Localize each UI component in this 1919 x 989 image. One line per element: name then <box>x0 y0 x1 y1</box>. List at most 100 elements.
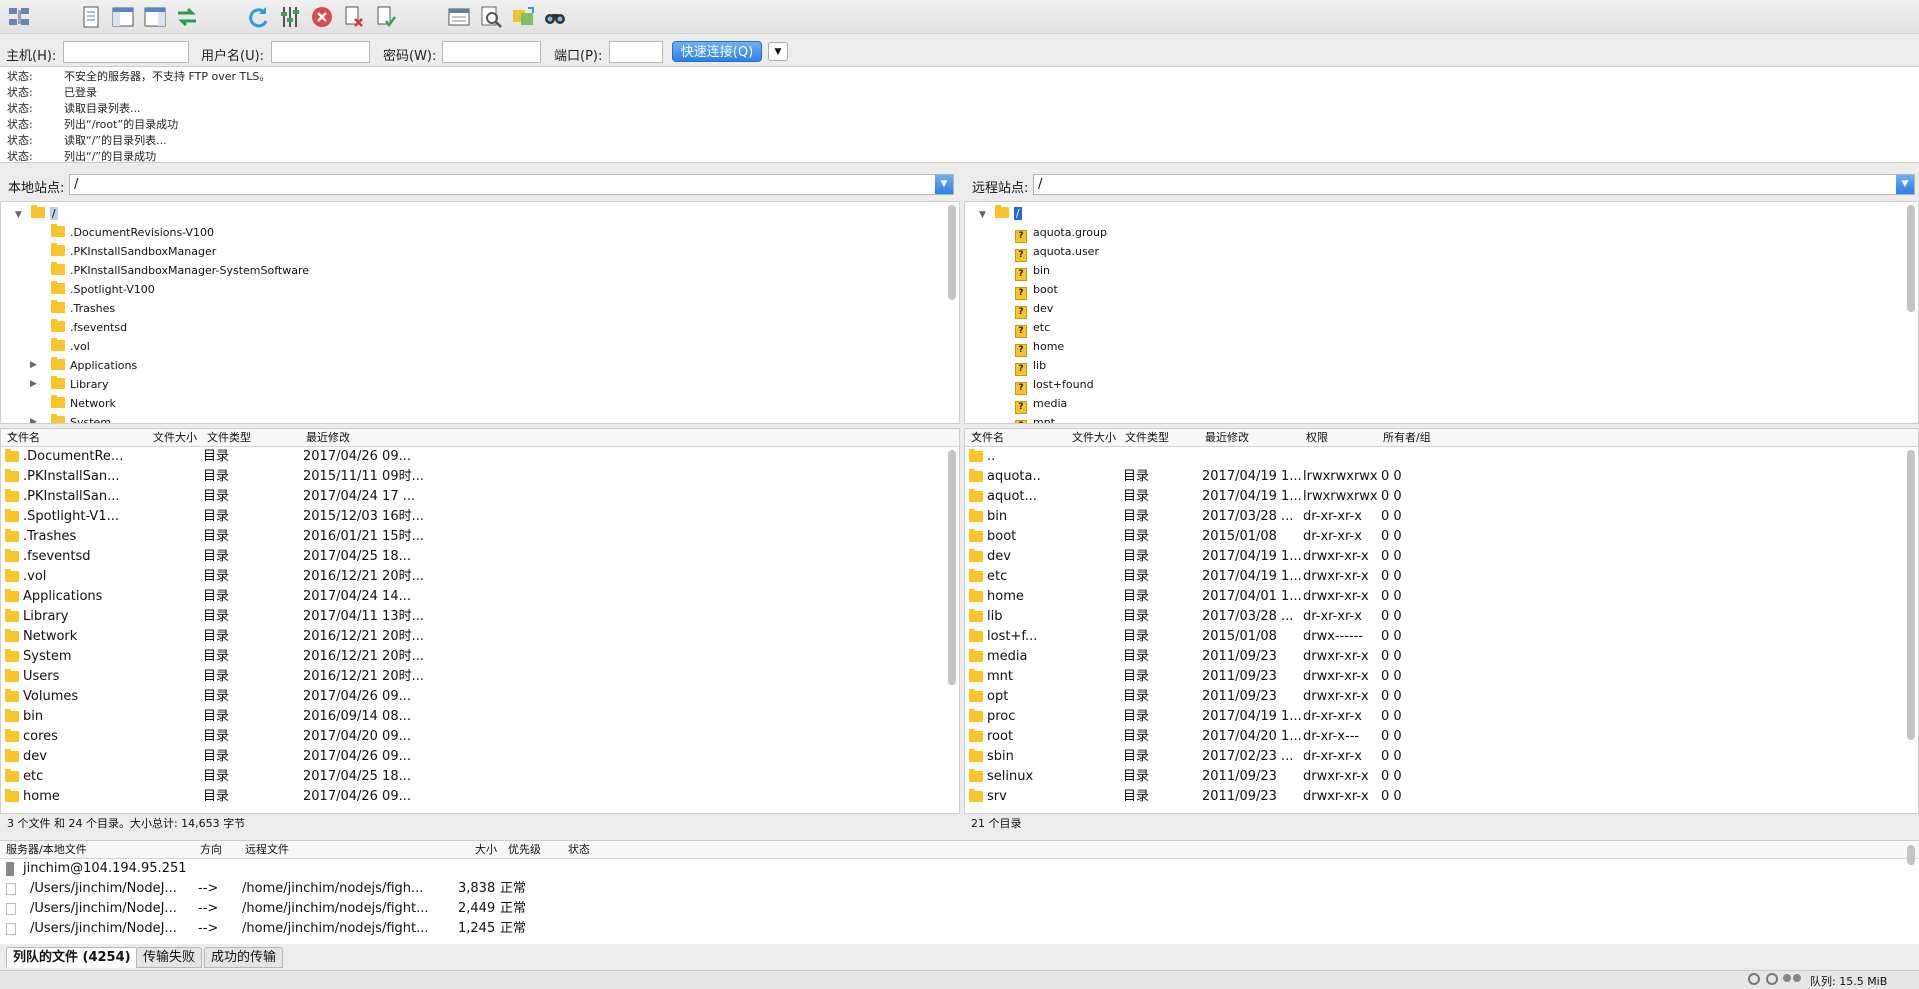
gear-icon[interactable] <box>1748 973 1760 985</box>
tree-item[interactable]: .PKInstallSandboxManager <box>51 242 216 261</box>
remote-path-input[interactable]: / ▼ <box>1033 174 1915 195</box>
remote-file-row[interactable]: lost+f... 目录 2015/01/08 drwx------ 0 0 <box>965 627 1905 647</box>
remote-file-row[interactable]: root 目录 2017/04/20 1... dr-xr-x--- 0 0 <box>965 727 1905 747</box>
remote-directory-tree[interactable]: ▼ /? aquota.group? aquota.user? bin? boot? dev… <box>964 201 1919 424</box>
chevron-down-icon[interactable]: ▼ <box>935 175 953 194</box>
tree-item[interactable]: ? lib <box>1015 356 1046 376</box>
col-remote-file[interactable]: 远程文件 <box>245 841 289 859</box>
gear-icon[interactable] <box>1766 973 1778 985</box>
col-type[interactable]: 文件类型 <box>207 429 251 447</box>
local-tree-scrollbar[interactable] <box>948 205 956 300</box>
remote-file-row[interactable]: sbin 目录 2017/02/23 ... dr-xr-xr-x 0 0 <box>965 747 1905 767</box>
remote-file-row[interactable]: aquot... 目录 2017/04/19 1... lrwxrwxrwx 0 0 <box>965 487 1905 507</box>
remote-file-row[interactable]: home 目录 2017/04/01 1... drwxr-xr-x 0 0 <box>965 587 1905 607</box>
queue-row[interactable]: /Users/jinchim/NodeJ... --> /home/jinchim/… <box>0 879 1900 899</box>
port-input[interactable] <box>609 41 663 63</box>
col-direction[interactable]: 方向 <box>200 841 222 859</box>
local-file-row[interactable]: System 目录 2016/12/21 20时... <box>1 647 946 667</box>
col-type[interactable]: 文件类型 <box>1125 429 1169 447</box>
local-list-scrollbar[interactable] <box>948 450 956 685</box>
local-file-row[interactable]: .PKInstallSan... 目录 2015/11/11 09时... <box>1 467 946 487</box>
tree-item[interactable]: ▶ Applications <box>30 356 137 375</box>
local-file-row[interactable]: Users 目录 2016/12/21 20时... <box>1 667 946 687</box>
tree-item[interactable]: ▶ System <box>30 413 111 423</box>
tab-successful-transfers[interactable]: 成功的传输 <box>204 947 284 968</box>
remote-file-row[interactable]: boot 目录 2015/01/08 dr-xr-xr-x 0 0 <box>965 527 1905 547</box>
reconnect-icon[interactable] <box>373 4 399 30</box>
tree-item[interactable]: .PKInstallSandboxManager-SystemSoftware <box>51 261 309 280</box>
disconnect-icon[interactable] <box>341 4 367 30</box>
queue-row[interactable]: /Users/jinchim/NodeJ... --> /home/jinchim/… <box>0 919 1900 939</box>
tree-item[interactable]: ▶ Library <box>30 375 108 394</box>
collapsed-arrow-icon[interactable]: ▶ <box>30 413 37 423</box>
tree-item[interactable]: ? media <box>1015 394 1067 414</box>
remote-file-row[interactable]: selinux 目录 2011/09/23 drwxr-xr-x 0 0 <box>965 767 1905 787</box>
tree-item[interactable]: ? home <box>1015 337 1064 357</box>
collapsed-arrow-icon[interactable]: ▶ <box>30 375 37 394</box>
toggle-remote-tree-icon[interactable] <box>142 4 168 30</box>
filter-icon[interactable] <box>277 4 303 30</box>
remote-file-list[interactable]: 文件名 ⌃ 文件大小 文件类型 最近修改 权限 所有者/组 .. aquota..… <box>964 428 1919 816</box>
local-file-row[interactable]: dev 目录 2017/04/26 09... <box>1 747 946 767</box>
tree-item[interactable]: ? aquota.group <box>1015 223 1107 243</box>
queue-scrollbar[interactable] <box>1907 845 1915 865</box>
tree-item[interactable]: ? lost+found <box>1015 375 1094 395</box>
local-file-row[interactable]: bin 目录 2016/09/14 08... <box>1 707 946 727</box>
transfer-queue[interactable]: 服务器/本地文件 方向 远程文件 大小 优先级 状态 jinchim@104.1… <box>0 840 1919 944</box>
site-manager-icon[interactable] <box>6 4 32 30</box>
tree-item[interactable]: .vol <box>51 337 90 356</box>
local-path-input[interactable]: / ▼ <box>69 174 954 195</box>
toggle-local-tree-icon[interactable] <box>110 4 136 30</box>
tree-item[interactable]: ? aquota.user <box>1015 242 1099 262</box>
col-permissions[interactable]: 权限 <box>1306 429 1328 447</box>
local-directory-tree[interactable]: ▼ / .DocumentRevisions-V100 .PKInstallSandb… <box>0 201 960 424</box>
local-file-row[interactable]: Applications 目录 2017/04/24 14... <box>1 587 946 607</box>
local-file-row[interactable]: .PKInstallSan... 目录 2017/04/24 17 ... <box>1 487 946 507</box>
username-input[interactable] <box>271 41 370 63</box>
tree-root[interactable]: ▼ / <box>979 204 1022 223</box>
cancel-icon[interactable] <box>309 4 335 30</box>
tree-item[interactable]: ? boot <box>1015 280 1058 300</box>
local-file-row[interactable]: .Spotlight-V1... 目录 2015/12/03 16时... <box>1 507 946 527</box>
toggle-log-icon[interactable] <box>78 4 104 30</box>
local-file-row[interactable]: .Trashes 目录 2016/01/21 15时... <box>1 527 946 547</box>
remote-file-row[interactable]: proc 目录 2017/04/19 1... dr-xr-xr-x 0 0 <box>965 707 1905 727</box>
tree-item[interactable]: .DocumentRevisions-V100 <box>51 223 214 242</box>
tree-item[interactable]: .Trashes <box>51 299 115 318</box>
toggle-queue-icon[interactable] <box>174 4 200 30</box>
local-file-row[interactable]: cores 目录 2017/04/20 09... <box>1 727 946 747</box>
remote-file-row[interactable]: etc 目录 2017/04/19 1... drwxr-xr-x 0 0 <box>965 567 1905 587</box>
tree-root[interactable]: ▼ / <box>15 204 58 223</box>
dir-compare-icon[interactable] <box>446 4 472 30</box>
remote-file-row[interactable]: srv 目录 2011/09/23 drwxr-xr-x 0 0 <box>965 787 1905 807</box>
tree-item[interactable]: ? etc <box>1015 318 1050 338</box>
col-size[interactable]: 文件大小 <box>153 429 197 447</box>
col-size[interactable]: 大小 <box>475 841 497 859</box>
col-status[interactable]: 状态 <box>568 841 590 859</box>
local-file-row[interactable]: .fseventsd 目录 2017/04/25 18... <box>1 547 946 567</box>
local-file-row[interactable]: etc 目录 2017/04/25 18... <box>1 767 946 787</box>
col-modified[interactable]: 最近修改 <box>306 429 350 447</box>
remote-file-row[interactable]: mnt 目录 2011/09/23 drwxr-xr-x 0 0 <box>965 667 1905 687</box>
col-server[interactable]: 服务器/本地文件 <box>6 841 87 859</box>
chevron-down-icon[interactable]: ▼ <box>1896 175 1914 194</box>
tree-item[interactable]: .fseventsd <box>51 318 127 337</box>
refresh-icon[interactable] <box>245 4 271 30</box>
col-owner[interactable]: 所有者/组 <box>1383 429 1431 447</box>
remote-file-row[interactable]: aquota.. 目录 2017/04/19 1... lrwxrwxrwx 0 0 <box>965 467 1905 487</box>
local-file-list[interactable]: 文件名 ⌃ 文件大小 文件类型 最近修改 .DocumentRe... 目录 201… <box>0 428 960 816</box>
local-file-row[interactable]: Library 目录 2017/04/11 13时... <box>1 607 946 627</box>
remote-tree-scrollbar[interactable] <box>1907 205 1915 312</box>
find-icon[interactable] <box>542 4 568 30</box>
remote-file-row[interactable]: bin 目录 2017/03/28 ... dr-xr-xr-x 0 0 <box>965 507 1905 527</box>
remote-file-row[interactable]: opt 目录 2011/09/23 drwxr-xr-x 0 0 <box>965 687 1905 707</box>
quickconnect-button[interactable]: 快速连接(Q) <box>672 41 762 62</box>
host-input[interactable] <box>63 41 189 63</box>
col-priority[interactable]: 优先级 <box>508 841 541 859</box>
col-name[interactable]: 文件名 ⌃ <box>7 429 40 447</box>
tree-item[interactable]: .Spotlight-V100 <box>51 280 155 299</box>
local-file-row[interactable]: home 目录 2017/04/26 09... <box>1 787 946 807</box>
local-file-row[interactable]: Network 目录 2016/12/21 20时... <box>1 627 946 647</box>
collapsed-arrow-icon[interactable]: ▶ <box>30 356 37 375</box>
tab-queued-files[interactable]: 列队的文件 (4254) <box>6 947 138 968</box>
